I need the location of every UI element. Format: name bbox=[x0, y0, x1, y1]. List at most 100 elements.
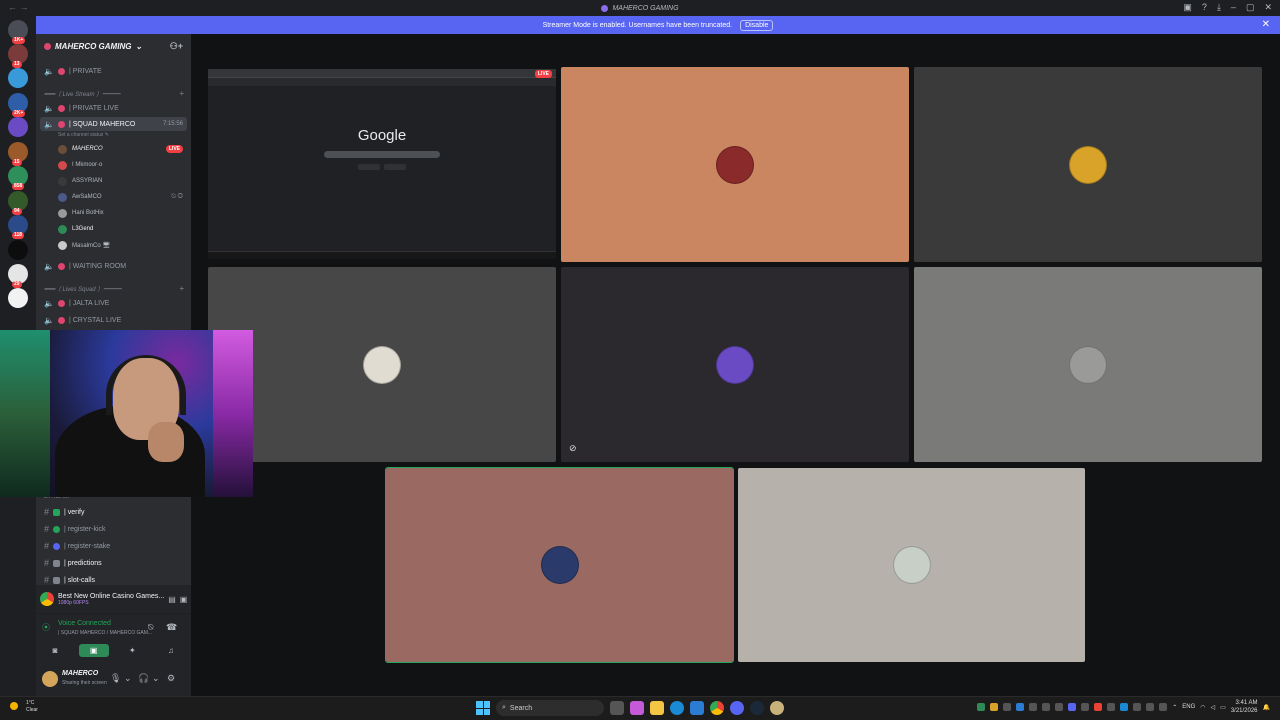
help-icon[interactable]: ? bbox=[1202, 2, 1207, 13]
settings-gear-icon[interactable]: ⚙ bbox=[167, 673, 175, 684]
volume-icon[interactable]: ◁ bbox=[1211, 704, 1216, 711]
channel-crystal-live[interactable]: 🔈 | CRYSTAL LIVE bbox=[40, 313, 187, 327]
voice-connected-label[interactable]: Voice Connected bbox=[58, 620, 111, 627]
channel-private-live[interactable]: 🔈 | PRIVATE LIVE bbox=[40, 101, 187, 115]
tray-icon[interactable] bbox=[1133, 703, 1142, 711]
chevron-up-icon[interactable]: ⌃ bbox=[1172, 704, 1177, 711]
voice-member[interactable]: MasalmCo 🖥 bbox=[58, 238, 183, 252]
chrome-icon[interactable] bbox=[710, 701, 724, 715]
chevron-down-icon[interactable]: ⌄ bbox=[152, 673, 160, 684]
tray-icon[interactable] bbox=[1081, 703, 1090, 711]
channel-squad-maherco[interactable]: 🔈 | SQUAD MAHERCO 7:15:56 bbox=[40, 117, 187, 131]
server-icon[interactable]: 29 bbox=[8, 264, 28, 288]
channel-register-kick[interactable]: # | register-kick bbox=[40, 522, 187, 536]
channel-waiting-room[interactable]: 🔈 | WAITING ROOM bbox=[40, 259, 187, 273]
soundboard-button[interactable]: ♫ bbox=[156, 644, 186, 657]
bluetooth-icon[interactable] bbox=[1120, 703, 1129, 711]
invite-user-icon[interactable]: ⚇+ bbox=[170, 41, 183, 52]
tray-icon[interactable] bbox=[1055, 703, 1064, 711]
server-icon[interactable] bbox=[8, 117, 28, 137]
store-icon[interactable] bbox=[690, 701, 704, 715]
server-icon[interactable]: 2K+ bbox=[8, 93, 28, 117]
category-live-stream[interactable]: ━━━〔 Live Stream 〕━━━ + bbox=[44, 89, 184, 98]
tray-icon[interactable] bbox=[1016, 703, 1025, 711]
participant-tile[interactable] bbox=[914, 267, 1262, 462]
participant-tile[interactable]: ⊘ bbox=[561, 267, 909, 462]
activities-button[interactable]: ✦ bbox=[117, 644, 147, 657]
disable-button[interactable]: Disable bbox=[740, 19, 774, 31]
stream-preview-panel[interactable]: Best New Online Casino Games... 1080p 60… bbox=[36, 585, 191, 613]
participant-tile[interactable] bbox=[385, 467, 734, 663]
screen-share-button[interactable]: ▣ bbox=[78, 644, 109, 657]
clock[interactable]: 3:41 AM 3/21/2026 bbox=[1231, 699, 1258, 715]
screen-share-tile[interactable]: LIVE Google bbox=[208, 69, 556, 259]
noise-suppression-icon[interactable]: ⍉ bbox=[148, 622, 153, 633]
task-view-icon[interactable] bbox=[610, 701, 624, 715]
chevron-down-icon[interactable]: ⌄ bbox=[124, 673, 132, 684]
discord-icon[interactable] bbox=[730, 701, 744, 715]
tray-icon[interactable] bbox=[1094, 703, 1103, 711]
server-icon[interactable] bbox=[8, 68, 28, 88]
tray-icon[interactable] bbox=[1029, 703, 1038, 711]
channel-verify[interactable]: # | verify bbox=[40, 505, 187, 519]
tray-icon[interactable] bbox=[1042, 703, 1051, 711]
server-icon[interactable]: 858 bbox=[8, 166, 28, 190]
voice-member[interactable]: AwSaMCO ⍉ ◎ bbox=[58, 190, 183, 204]
mic-icon[interactable] bbox=[1159, 703, 1168, 711]
notification-bell-icon[interactable]: 🔔 bbox=[1263, 704, 1270, 711]
add-channel-icon[interactable]: + bbox=[179, 89, 184, 98]
maximize-icon[interactable]: ▢ bbox=[1246, 2, 1255, 13]
disconnect-icon[interactable]: ☎ bbox=[166, 622, 177, 633]
tray-icon[interactable] bbox=[990, 703, 999, 711]
download-icon[interactable]: ⤓ bbox=[1217, 2, 1221, 13]
inbox-icon[interactable]: ▣ bbox=[1183, 2, 1192, 13]
voice-member[interactable]: MAHERCO LIVE bbox=[58, 142, 183, 156]
voice-member[interactable]: I Mkmoor·o bbox=[58, 158, 183, 172]
voice-member[interactable]: ASSYRIAN bbox=[58, 174, 183, 188]
avatar[interactable] bbox=[42, 671, 58, 687]
server-icon[interactable]: 13 bbox=[8, 44, 28, 68]
edge-icon[interactable] bbox=[670, 701, 684, 715]
server-icon[interactable]: 1K+ bbox=[8, 20, 28, 44]
tray-icon[interactable] bbox=[1146, 703, 1155, 711]
banner-close-icon[interactable]: ✕ bbox=[1262, 19, 1270, 30]
participant-tile[interactable] bbox=[561, 67, 909, 262]
server-header[interactable]: MAHERCO GAMING ⌄ ⚇+ bbox=[36, 34, 191, 58]
channel-predictions[interactable]: # | predictions bbox=[40, 556, 187, 570]
nav-arrows[interactable]: ← → bbox=[8, 2, 29, 12]
category-lives-squad[interactable]: ━━━〔 Lives Squad 〕━━━ + bbox=[44, 284, 184, 293]
channel-private[interactable]: 🔈 | PRIVATE bbox=[40, 64, 187, 78]
server-icon[interactable]: 94 bbox=[8, 191, 28, 215]
tray-icon[interactable] bbox=[1107, 703, 1116, 711]
copilot-icon[interactable] bbox=[630, 701, 644, 715]
voice-member[interactable]: Hani BotHix bbox=[58, 206, 183, 220]
stop-stream-icon[interactable]: ▣ bbox=[180, 595, 188, 604]
add-channel-icon[interactable]: + bbox=[179, 284, 184, 293]
voice-member[interactable]: L3Gend bbox=[58, 222, 183, 236]
close-icon[interactable]: ✕ bbox=[1264, 2, 1272, 13]
server-icon[interactable] bbox=[8, 240, 28, 260]
participant-tile[interactable] bbox=[914, 67, 1262, 262]
steam-icon[interactable] bbox=[750, 701, 764, 715]
participant-tile[interactable] bbox=[208, 267, 556, 462]
tray-icon[interactable] bbox=[1003, 703, 1012, 711]
channel-jalta-live[interactable]: 🔈 | JALTA LIVE bbox=[40, 296, 187, 310]
signal-icon[interactable]: ⦿ bbox=[42, 622, 50, 633]
channel-register-stake[interactable]: # | register-stake bbox=[40, 539, 187, 553]
participant-tile[interactable] bbox=[738, 468, 1085, 662]
headphones-icon[interactable]: 🎧 bbox=[138, 673, 149, 684]
language-indicator[interactable]: ENG bbox=[1182, 704, 1195, 710]
server-icon[interactable]: 118 bbox=[8, 215, 28, 239]
username[interactable]: MAHERCO bbox=[62, 670, 98, 677]
taskbar-search[interactable]: ⌕ Search bbox=[496, 700, 604, 716]
tray-icon[interactable] bbox=[1068, 703, 1077, 711]
mic-icon[interactable]: 🎙 bbox=[110, 673, 121, 684]
file-explorer-icon[interactable] bbox=[650, 701, 664, 715]
start-button[interactable] bbox=[476, 701, 490, 715]
app-icon[interactable] bbox=[770, 701, 784, 715]
minimize-icon[interactable]: – bbox=[1231, 2, 1236, 13]
server-icon[interactable] bbox=[8, 288, 28, 308]
tray-icon[interactable] bbox=[977, 703, 986, 711]
server-icon[interactable]: 15 bbox=[8, 142, 28, 166]
stream-settings-icon[interactable]: ▤ bbox=[168, 595, 176, 604]
